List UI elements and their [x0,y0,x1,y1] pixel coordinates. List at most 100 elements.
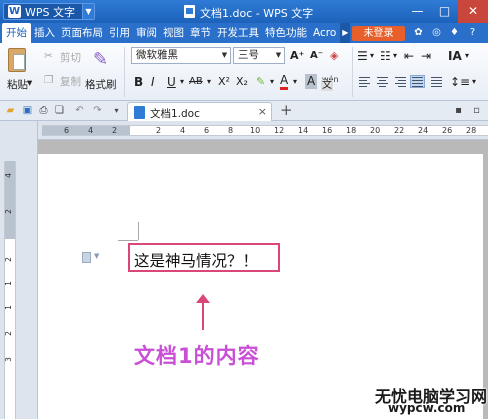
ruler-number: 12 [274,126,285,135]
bullet-list-icon[interactable]: ☰ [357,48,368,64]
font-size-value: 三号 [238,49,259,61]
copy-icon[interactable]: ❐ [44,74,53,86]
align-center-icon[interactable] [375,75,390,88]
bullet-dropdown-icon[interactable]: ▾ [370,48,374,64]
document-tab-label: 文档1.doc [150,108,200,120]
align-right-icon[interactable] [393,75,408,88]
login-button[interactable]: 未登录 [352,26,405,41]
annotation-label: 文档1的内容 [134,344,260,368]
wps-logo-icon: W [8,5,21,18]
ruler-number: 10 [250,126,261,135]
tab-page-layout[interactable]: 页面布局 [58,23,106,43]
print-icon[interactable]: ⎙ [37,104,50,117]
settings-icon[interactable]: ✿ [412,25,425,40]
text-direction-icon[interactable]: IA [448,48,462,64]
document-icon [134,106,145,119]
tab-acrobat[interactable]: Acro [310,23,339,43]
underline-dropdown-icon[interactable]: ▾ [180,74,184,90]
maximize-button[interactable]: □ [431,0,458,23]
tab-home[interactable]: 开始 [2,23,31,43]
ribbon-separator [124,47,125,97]
tab-special-features[interactable]: 特色功能 [262,23,310,43]
cut-icon[interactable]: ✂ [44,50,53,62]
document-page[interactable]: ▼ 这是神马情况？！ 文档1的内容 [38,154,483,419]
redo-icon[interactable]: ↷ [91,104,104,117]
justify-icon[interactable] [410,75,425,88]
font-color-dropdown-icon[interactable]: ▾ [293,74,297,90]
tab-developer[interactable]: 开发工具 [214,23,262,43]
paste-icon[interactable] [8,48,26,72]
close-tab-icon[interactable]: × [258,105,267,118]
paste-dropdown-icon[interactable]: ▾ [27,77,32,89]
shrink-font-button[interactable]: A⁻ [310,48,323,64]
customize-toolbar-icon[interactable]: ▾ [110,104,123,117]
distributed-align-icon[interactable] [429,75,444,88]
chevron-down-icon[interactable]: ▼ [273,48,284,63]
document-text[interactable]: 这是神马情况？！ [134,249,258,271]
decrease-indent-icon[interactable]: ⇤ [404,48,414,64]
chevron-down-icon[interactable]: ▼ [219,48,230,63]
tab-review[interactable]: 审阅 [133,23,160,43]
tab-list-icon[interactable]: ▪ [452,104,465,117]
highlight-dropdown-icon[interactable]: ▾ [270,74,274,90]
font-name-select[interactable]: 微软雅黑 ▼ [131,47,231,64]
app-menu-caret-icon[interactable]: ▼ [82,4,94,19]
font-size-select[interactable]: 三号 ▼ [233,47,285,64]
chevron-down-icon[interactable]: ▼ [94,252,99,260]
document-tab[interactable]: 文档1.doc × [127,102,272,121]
tab-scroll-right-icon[interactable]: ▶ [340,23,351,43]
ruler-number: 8 [228,126,234,135]
italic-button[interactable]: I [151,74,155,90]
close-button[interactable]: ✕ [458,0,488,23]
skin-icon[interactable]: ◎ [430,25,443,40]
text-direction-dropdown-icon[interactable]: ▾ [465,48,469,64]
document-area[interactable]: ▼ 这是神马情况？！ 文档1的内容 [38,140,488,419]
cut-button[interactable]: 剪切 [60,50,81,65]
tab-section[interactable]: 章节 [187,23,214,43]
align-left-icon[interactable] [357,75,372,88]
clear-format-icon[interactable]: ◈ [330,48,338,64]
highlight-color-icon[interactable]: ✎ [256,74,265,90]
bold-button[interactable]: B [134,74,143,90]
new-tab-button[interactable]: + [280,101,293,119]
strikethrough-dropdown-icon[interactable]: ▾ [207,74,211,90]
margin-marker [138,222,139,240]
format-painter-icon[interactable]: ✎ [93,49,108,70]
tab-insert[interactable]: 插入 [31,23,58,43]
increase-indent-icon[interactable]: ⇥ [421,48,431,64]
line-spacing-dropdown-icon[interactable]: ▾ [472,74,476,90]
subscript-button[interactable]: X₂ [236,74,248,90]
char-shading-button[interactable]: A [305,74,318,89]
copy-button[interactable]: 复制 [60,74,81,89]
open-folder-icon[interactable]: ▰ [4,104,17,117]
help-icon[interactable]: ? [466,25,479,40]
undo-icon[interactable]: ↶ [73,104,86,117]
print-preview-icon[interactable]: ❏ [53,104,66,117]
ruler-number: 3 [3,357,13,362]
numbered-list-icon[interactable]: ☷ [380,48,391,64]
app-menu-button[interactable]: W WPS 文字 ▼ [3,3,95,20]
font-color-button[interactable]: A [280,73,289,90]
format-painter-button[interactable]: 格式刷 [85,77,117,92]
pinyin-icon[interactable]: 文 [321,80,333,91]
ruler-number: 2 [3,257,13,262]
collapse-ribbon-icon[interactable]: ▴ [484,25,488,40]
grow-font-button[interactable]: A⁺ [290,48,304,64]
ruler-number: 2 [156,126,162,135]
line-spacing-icon[interactable]: ↕≡ [450,74,470,90]
paragraph-layout-icon[interactable] [82,252,91,263]
tab-references[interactable]: 引用 [106,23,133,43]
strikethrough-button[interactable]: AB [189,74,203,90]
shirt-icon[interactable]: ♦ [448,25,461,40]
minimize-button[interactable]: — [404,0,431,23]
numbered-dropdown-icon[interactable]: ▾ [393,48,397,64]
paste-button[interactable]: 粘贴 [7,77,28,92]
save-icon[interactable]: ▣ [21,104,34,117]
document-icon [184,5,195,18]
tab-menu-icon[interactable]: ▫ [470,104,483,117]
tab-view[interactable]: 视图 [160,23,187,43]
underline-button[interactable]: U [167,74,176,90]
superscript-button[interactable]: X² [218,74,230,90]
ruler-number: 4 [180,126,186,135]
ruler-track: 6 4 2 2 4 6 8 10 12 14 16 18 20 22 24 26… [42,125,488,136]
